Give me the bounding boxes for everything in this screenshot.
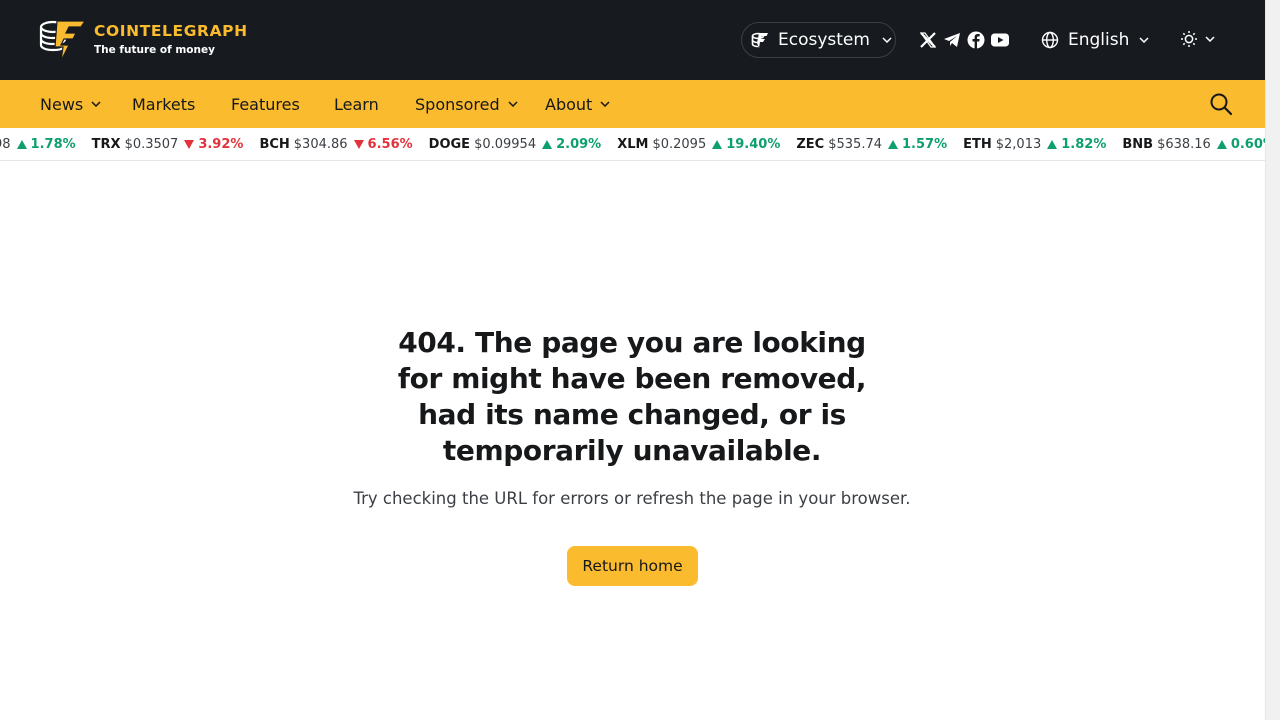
chevron-down-icon [600,101,610,107]
nav-item-news[interactable]: News [40,80,101,128]
ticker-item[interactable]: BNB$638.16 0.60% [1122,137,1265,152]
nav-item-label: Markets [132,94,196,114]
nav-item-label: News [40,94,84,114]
return-home-button[interactable]: Return home [567,546,698,586]
ticker-item[interactable]: TRX $0.3507 3.92% [92,137,244,152]
sun-icon [1181,31,1197,47]
ticker-symbol: XLM [617,136,649,152]
ticker-price: $638.16 [1157,136,1211,152]
nav-item-label: About [545,94,593,114]
triangle-up-icon [712,139,723,149]
ticker-change: 0.60% [1230,136,1265,152]
ticker-price: $0.3507 [124,136,179,152]
cointelegraph-logo[interactable]: COINTELEGRAPH The future of money [39,17,248,63]
youtube-icon[interactable] [990,30,1010,50]
chevron-down-icon [1139,37,1149,43]
telegram-icon[interactable] [942,30,962,50]
brand-tagline: The future of money [94,44,215,56]
ecosystem-label: Ecosystem [778,30,870,50]
ticker-symbol: TRX [91,136,121,152]
ticker-item[interactable]: ZEC $535.74 1.57% [796,137,947,152]
ticker-item[interactable]: 98 1.78% [0,137,76,152]
cointelegraph-logo-icon [39,20,87,62]
brand-name: COINTELEGRAPH [94,22,248,40]
triangle-up-icon [1216,139,1227,149]
nav-item-about[interactable]: About [545,80,610,128]
ticker-symbol: BNB [1122,136,1154,152]
ecosystem-dropdown[interactable]: Ecosystem [741,22,896,58]
ticker-change: 2.09% [556,136,602,152]
main-nav: News Markets Features Learn Sponsored Ab… [0,80,1265,128]
ticker-change: 1.57% [902,136,948,152]
triangle-up-icon [16,139,27,149]
ticker-symbol: BCH [259,136,290,152]
language-label: English [1068,30,1130,50]
page-scrollbar[interactable] [1265,0,1280,720]
ticker-item[interactable]: DOGE $0.09954 2.09% [429,137,602,152]
ticker-price: $535.74 [828,136,882,152]
theme-toggle[interactable] [1179,29,1215,49]
social-links [918,30,1014,50]
x-icon[interactable] [918,30,938,50]
ticker-item[interactable]: XLM $0.2095 19.40% [617,137,780,152]
ticker-item[interactable]: BCH $304.86 6.56% [259,137,412,152]
top-header: COINTELEGRAPH The future of money Ecosys… [0,0,1265,80]
ticker-item[interactable]: ETH $2,013 1.82% [963,137,1106,152]
ecosystem-logo-icon [751,32,768,48]
error-subtitle: Try checking the URL for errors or refre… [353,489,911,508]
ticker-symbol: DOGE [428,136,471,152]
ticker-price: $0.09954 [474,136,537,152]
nav-item-label: Sponsored [415,94,500,114]
triangle-up-icon [1047,139,1058,149]
triangle-up-icon [888,139,898,149]
nav-item-label: Learn [334,94,379,114]
ticker-track: 98 1.78% TRX$0.3507 3.92% BCH$304.86 6.56% DOG… [0,128,1265,160]
search-icon [1210,93,1233,116]
triangle-down-icon [184,139,195,149]
ticker-price: 98 [0,136,11,152]
price-ticker: 98 1.78% TRX$0.3507 3.92% BCH$304.86 6.56% DOG… [0,128,1265,161]
globe-icon [1041,31,1059,49]
chevron-down-icon [91,101,101,107]
chevron-down-icon [882,37,892,43]
ticker-change: 1.78% [30,136,76,152]
nav-item-features[interactable]: Features [231,80,300,128]
main-content: 404. The page you are looking for might … [0,161,1265,720]
nav-item-learn[interactable]: Learn [334,80,379,128]
ticker-price: $304.86 [293,136,348,152]
search-button[interactable] [1209,92,1233,116]
error-title: 404. The page you are looking for might … [397,326,867,467]
triangle-down-icon [353,139,364,149]
ticker-price: $0.2095 [652,136,707,152]
chevron-down-icon [508,101,518,107]
nav-item-sponsored[interactable]: Sponsored [415,80,518,128]
ticker-change: 1.82% [1061,136,1107,152]
triangle-up-icon [542,139,553,149]
ticker-price: $2,013 [995,136,1042,152]
ticker-change: 19.40% [726,136,781,152]
facebook-icon[interactable] [966,30,986,50]
language-selector[interactable]: English [1041,27,1149,53]
nav-item-markets[interactable]: Markets [132,80,195,128]
ticker-change: 3.92% [198,136,244,152]
ticker-change: 6.56% [367,136,413,152]
ticker-symbol: ETH [963,136,992,152]
ticker-symbol: ZEC [796,136,825,152]
nav-item-label: Features [231,94,300,114]
chevron-down-icon [1205,36,1215,42]
